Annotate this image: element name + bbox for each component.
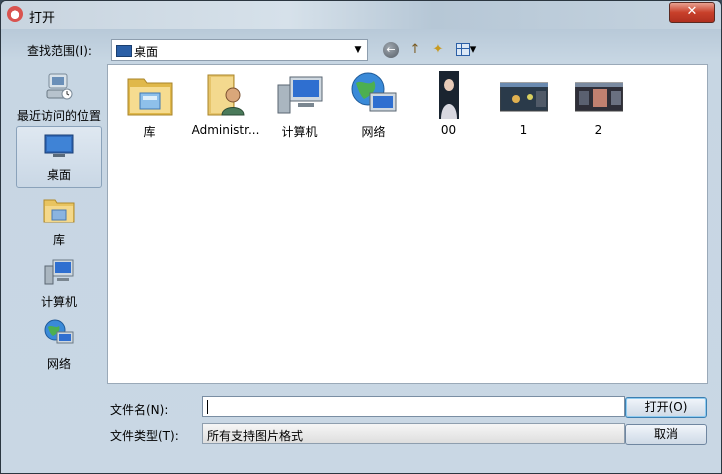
sidebar-item-computer[interactable]: 计算机	[16, 256, 102, 310]
window-title: 打开	[29, 11, 56, 26]
file-label: 库	[143, 125, 156, 139]
file-list: 库 Administr... 计算机 网络 00 1 2	[107, 64, 708, 384]
computer-icon	[276, 71, 324, 119]
cancel-button[interactable]: 取消	[625, 424, 707, 445]
network-icon	[350, 71, 398, 119]
file-label: 2	[594, 123, 603, 137]
places-sidebar: 最近访问的位置 桌面 库 计算机 网络	[14, 66, 104, 376]
sidebar-item-recent[interactable]: 最近访问的位置	[16, 70, 102, 124]
screenshot-thumbnail	[499, 71, 548, 119]
file-item-1[interactable]: 1	[486, 71, 561, 137]
file-item-library[interactable]: 库	[112, 71, 187, 140]
sidebar-item-label: 计算机	[40, 295, 77, 309]
file-item-network[interactable]: 网络	[336, 71, 411, 140]
library-icon	[43, 199, 75, 223]
screenshot-thumbnail	[574, 71, 623, 119]
file-item-computer[interactable]: 计算机	[262, 71, 337, 140]
sidebar-item-label: 库	[52, 233, 65, 247]
filename-label: 文件名(N):	[110, 403, 169, 417]
back-icon[interactable]: ←	[383, 42, 399, 58]
close-button[interactable]: ✕	[669, 2, 715, 23]
chevron-down-icon[interactable]: ▼	[349, 40, 367, 60]
lookin-value: 桌面	[134, 45, 159, 59]
sidebar-item-network[interactable]: 网络	[16, 318, 102, 372]
file-item-2[interactable]: 2	[561, 71, 636, 137]
file-item-00[interactable]: 00	[411, 71, 486, 137]
sidebar-item-label: 网络	[46, 357, 71, 371]
view-grid-icon	[455, 43, 470, 56]
file-label: 00	[440, 123, 457, 137]
desktop-icon	[44, 134, 74, 157]
file-label: 计算机	[281, 125, 318, 139]
chevron-down-icon: ▾	[469, 42, 477, 57]
file-item-administrator[interactable]: Administr...	[188, 71, 263, 137]
title-bar[interactable]: 打开 ✕	[1, 1, 721, 29]
sidebar-item-label: 最近访问的位置	[16, 109, 101, 123]
computer-icon	[44, 259, 74, 285]
lookin-label: 查找范围(I):	[27, 44, 92, 58]
new-folder-icon[interactable]: ✦	[429, 41, 447, 59]
open-dialog: 打开 ✕ 查找范围(I): 桌面 ▼ ← ↑ ✦ ▾ 最近访问的位置 桌面 库 …	[0, 0, 722, 474]
library-icon	[126, 71, 174, 119]
text-caret	[207, 400, 208, 414]
sidebar-item-label: 桌面	[46, 168, 71, 182]
recent-places-icon	[46, 73, 73, 100]
file-label: Administr...	[191, 123, 260, 137]
network-icon	[44, 319, 74, 344]
file-label: 网络	[361, 125, 386, 139]
open-button[interactable]: 打开(O)	[625, 397, 707, 418]
filetype-select[interactable]: 所有支持图片格式	[202, 423, 625, 444]
sidebar-item-desktop[interactable]: 桌面	[16, 126, 102, 188]
file-label: 1	[519, 123, 528, 137]
filename-input[interactable]	[202, 396, 625, 417]
app-icon	[7, 6, 23, 22]
filetype-label: 文件类型(T):	[110, 429, 179, 443]
sidebar-item-library[interactable]: 库	[16, 194, 102, 248]
desktop-icon	[116, 45, 132, 57]
user-folder-icon	[202, 71, 250, 119]
lookin-dropdown[interactable]: 桌面 ▼	[111, 39, 368, 61]
up-folder-icon[interactable]: ↑	[406, 41, 424, 59]
view-menu-button[interactable]: ▾	[453, 41, 479, 59]
photo-thumbnail	[425, 71, 473, 119]
